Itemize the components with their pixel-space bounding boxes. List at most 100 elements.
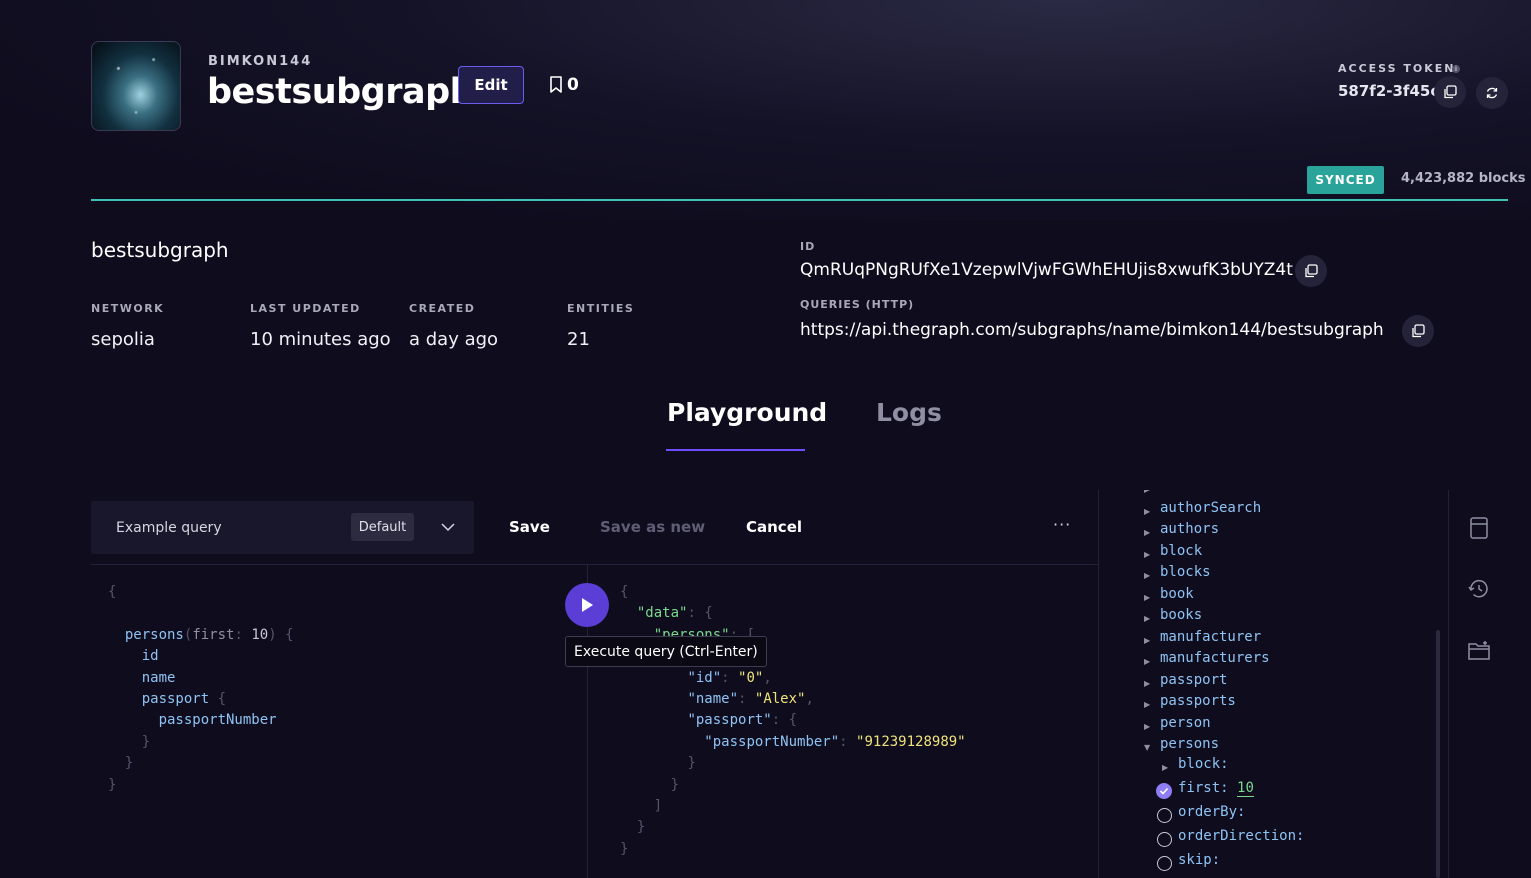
last-updated-label: LAST UPDATED [250,302,361,315]
caret-right-icon[interactable]: ▶ [1144,550,1150,559]
bookmark-button[interactable]: 0 [549,75,579,95]
caret-right-icon[interactable]: ▶ [1144,571,1150,580]
explorer-field[interactable]: manufacturers [1160,650,1270,666]
code-token: name [141,669,176,686]
bookmark-icon [550,76,562,93]
caret-right-icon[interactable]: ▶ [1144,722,1150,731]
explorer-field[interactable]: blocks [1160,564,1211,580]
code-token: : [721,669,730,686]
explorer-field[interactable]: person [1160,715,1211,731]
save-button[interactable]: Save [509,518,550,536]
subgraph-avatar [91,41,181,131]
code-token: "name" [687,691,739,708]
explorer-field[interactable]: authors [1160,521,1219,537]
schema-explorer[interactable]: ▶ authorBooks ▶ authorSearch ▶ authors ▶ block ▶… [1100,490,1445,878]
code-token: { [788,712,798,729]
code-token: persons [124,626,184,643]
code-token: "passport" [687,712,772,729]
more-options-button[interactable]: ··· [1053,515,1071,534]
code-token: } [636,819,646,836]
caret-right-icon[interactable]: ▶ [1144,679,1150,688]
execute-query-button[interactable] [565,583,609,627]
network-label: NETWORK [91,302,165,315]
access-token-label: ACCESS TOKEN [1338,62,1456,75]
argument-value[interactable]: 10 [1237,780,1254,797]
tab-playground[interactable]: Playground [667,398,827,427]
radio-icon[interactable] [1157,808,1172,823]
default-badge: Default [351,513,414,541]
argument-label: orderBy: [1178,804,1246,820]
explorer-field[interactable]: authorSearch [1160,500,1261,516]
explorer-scrollbar[interactable] [1436,630,1440,878]
explorer-argument[interactable]: orderBy: [1178,804,1245,820]
explorer-argument[interactable]: skip: [1178,852,1220,868]
explorer-field[interactable]: books [1160,607,1202,623]
code-token: , [763,669,772,686]
explorer-field[interactable]: authorBooks [1160,490,1253,494]
caret-right-icon[interactable]: ▶ [1144,593,1150,602]
explorer-field[interactable]: book [1160,586,1194,602]
code-token: { [108,584,117,600]
checked-radio-icon[interactable] [1156,783,1172,799]
query-selector[interactable]: Example query Default [91,501,474,554]
refresh-token-button[interactable] [1476,77,1508,109]
copy-id-button[interactable] [1295,255,1327,287]
caret-down-icon[interactable]: ▼ [1144,743,1150,752]
code-token: { [620,584,629,600]
caret-right-icon[interactable]: ▶ [1144,700,1150,709]
code-token: { [704,605,713,622]
copy-token-button[interactable] [1434,76,1466,108]
code-token: passportNumber [158,712,277,729]
folder-add-icon[interactable] [1467,639,1491,663]
radio-icon[interactable] [1157,832,1172,847]
explorer-field[interactable]: passport [1160,672,1227,688]
code-token: : [234,626,243,643]
created-value: a day ago [409,329,499,350]
save-as-new-button[interactable]: Save as new [600,518,705,536]
radio-icon[interactable] [1157,856,1172,871]
code-token: } [124,755,134,772]
result-viewer: { "data": { "persons": [ { "id": "0", "n… [620,582,966,860]
caret-right-icon[interactable]: ▶ [1144,636,1150,645]
owner-name: BIMKON144 [208,54,313,69]
copy-icon [1444,85,1457,99]
queries-url: https://api.thegraph.com/subgraphs/name/… [800,320,1384,340]
query-editor[interactable]: { persons(first: 10) { id name passport … [108,582,294,796]
created-label: CREATED [409,302,476,315]
code-token: { [217,691,227,708]
code-token: } [670,776,680,793]
explorer-field[interactable]: persons [1160,736,1219,752]
explorer-field[interactable]: block [1160,543,1202,559]
caret-right-icon[interactable]: ▶ [1162,763,1168,772]
caret-right-icon[interactable]: ▶ [1144,657,1150,666]
edit-button[interactable]: Edit [458,66,524,104]
history-icon[interactable] [1467,577,1491,601]
execute-tooltip: Execute query (Ctrl-Enter) [565,636,767,667]
chevron-down-icon[interactable] [441,517,455,537]
caret-right-icon[interactable]: ▶ [1144,528,1150,537]
info-icon[interactable]: i [1452,65,1460,73]
code-token: : [738,691,747,708]
code-token: first [192,626,235,643]
explorer-argument[interactable]: block: [1178,756,1229,772]
tab-logs[interactable]: Logs [876,398,942,427]
code-token: : [839,733,848,750]
copy-icon [1305,264,1318,278]
id-value: QmRUqPNgRUfXe1VzepwlVjwFGWhEHUjis8xwufK3… [800,260,1293,280]
explorer-argument[interactable]: orderDirection: [1178,828,1304,844]
page-title: bestsubgraph [207,72,475,112]
play-icon [582,598,593,612]
explorer-field[interactable]: manufacturer [1160,629,1261,645]
code-token: } [620,840,629,857]
docs-icon[interactable] [1467,516,1491,540]
argument-label: first: [1178,780,1229,796]
explorer-field[interactable]: passports [1160,693,1236,709]
caret-right-icon[interactable]: ▶ [1144,490,1150,494]
code-token: passport [141,691,210,708]
caret-right-icon[interactable]: ▶ [1144,507,1150,516]
caret-right-icon[interactable]: ▶ [1144,614,1150,623]
access-token-value: 587f2-3f45c [1338,82,1440,100]
copy-url-button[interactable] [1402,315,1434,347]
explorer-argument[interactable]: first: 10 [1178,780,1254,797]
cancel-button[interactable]: Cancel [746,518,802,536]
